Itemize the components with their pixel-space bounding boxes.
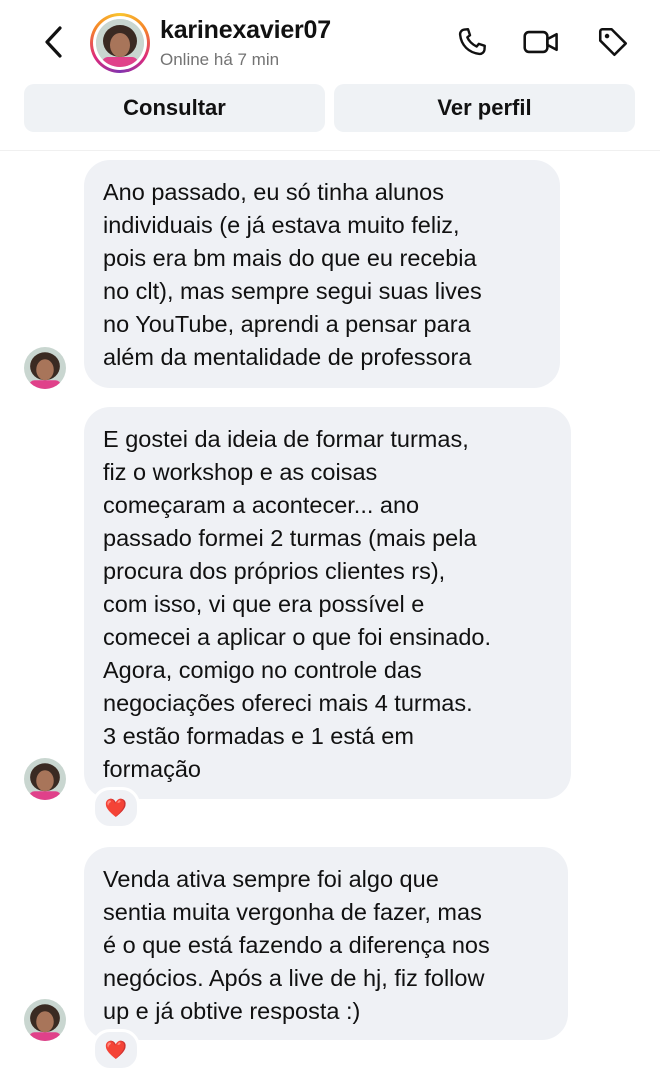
video-camera-icon: [523, 30, 558, 54]
heart-icon: ❤️: [104, 797, 128, 818]
tag-icon: [598, 27, 628, 57]
call-button[interactable]: [452, 22, 492, 62]
chevron-left-icon: [45, 26, 62, 58]
view-profile-button[interactable]: Ver perfil: [334, 84, 635, 132]
sender-avatar[interactable]: [24, 347, 66, 389]
header-divider: [0, 150, 660, 151]
avatar-image: [96, 19, 144, 67]
consult-button[interactable]: Consultar: [24, 84, 325, 132]
profile-avatar[interactable]: [90, 13, 150, 73]
phone-icon: [458, 28, 486, 56]
message-bubble[interactable]: E gostei da ideia de formar turmas, fiz …: [84, 407, 571, 799]
online-status: Online há 7 min: [160, 50, 280, 69]
sender-avatar[interactable]: [24, 758, 66, 800]
heart-icon: ❤️: [104, 1039, 128, 1060]
back-button[interactable]: [36, 22, 72, 62]
avatar-border: [93, 16, 147, 70]
heart-reaction[interactable]: ❤️: [92, 787, 140, 829]
username[interactable]: karinexavier07: [160, 16, 331, 45]
video-call-button[interactable]: [521, 22, 561, 62]
label-button[interactable]: [593, 22, 633, 62]
heart-reaction[interactable]: ❤️: [92, 1029, 140, 1071]
message-bubble[interactable]: Venda ativa sempre foi algo que sentia m…: [84, 847, 568, 1040]
chat-header: karinexavier07 Online há 7 min: [0, 0, 660, 84]
message-bubble[interactable]: Ano passado, eu só tinha alunos individu…: [84, 160, 560, 388]
sender-avatar[interactable]: [24, 999, 66, 1041]
